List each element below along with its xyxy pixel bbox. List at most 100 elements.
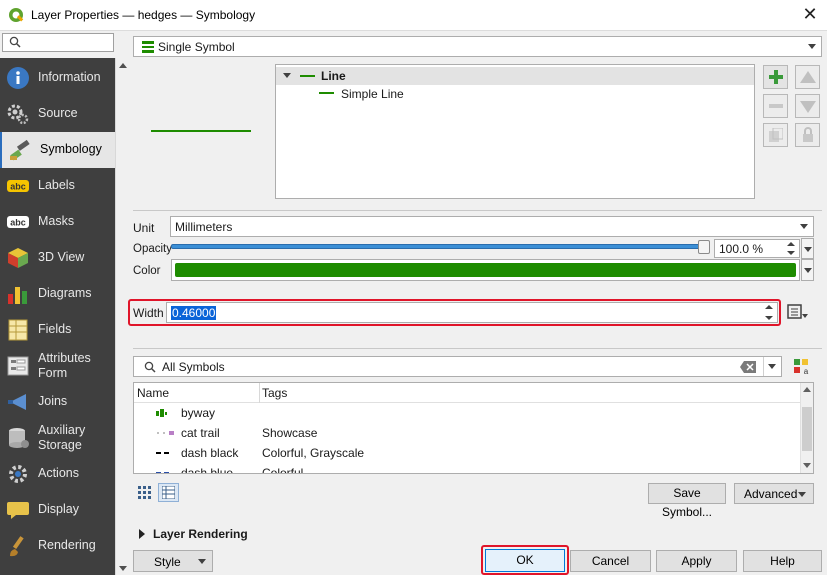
auxiliary-storage-icon [9,428,29,448]
table-row[interactable]: cat trail Showcase [134,423,799,443]
svg-text:abc: abc [10,218,26,228]
remove-symbol-layer-button[interactable] [763,94,788,118]
sidebar-item-label: 3D View [38,250,85,264]
opacity-data-defined-button[interactable] [801,238,814,259]
sidebar-item-masks[interactable]: abc Masks [0,204,115,240]
table-row[interactable]: dash blue Colorful [134,463,799,473]
symbol-layer-tree[interactable]: Line Simple Line [275,64,755,199]
renderer-type-value: Single Symbol [158,40,235,54]
sidebar-item-label: Masks [38,214,75,228]
chevron-down-icon [768,364,776,369]
sidebar-item-joins[interactable]: Joins [0,384,115,420]
style-button[interactable]: Style [133,550,213,572]
sidebar-item-actions[interactable]: Actions [0,456,115,492]
width-data-defined-button[interactable] [787,303,809,321]
unit-value: Millimeters [175,220,233,234]
symbology-icon [10,139,30,161]
expand-arrow-icon[interactable] [139,529,145,539]
fields-icon [8,319,28,341]
help-button[interactable]: Help [743,550,822,572]
move-up-button[interactable] [795,65,820,89]
close-icon[interactable]: ✕ [800,3,820,25]
byway-symbol-icon [156,409,167,417]
layer-rendering-section[interactable]: Layer Rendering [153,527,248,541]
opacity-slider-handle[interactable] [698,240,710,254]
3d-view-icon [8,248,28,268]
save-symbol-button[interactable]: Save Symbol... [648,483,726,519]
source-icon [7,104,29,125]
data-defined-icon [787,304,808,319]
symbol-name: dash black [181,446,239,460]
scroll-up-icon[interactable] [119,63,127,68]
add-symbol-layer-button[interactable] [763,65,788,89]
move-down-button[interactable] [795,94,820,118]
column-header-name[interactable]: Name [137,386,169,400]
sidebar-item-symbology[interactable]: Symbology [0,132,115,168]
chevron-down-icon [808,44,816,49]
sidebar-item-label: Diagrams [38,286,92,300]
sidebar-item-label: Labels [38,178,75,192]
table-row[interactable]: dash black Colorful, Grayscale [134,443,799,463]
symbol-list-scrollbar[interactable] [800,383,813,473]
sidebar-item-label: Attributes [38,351,91,365]
symbol-tags: Colorful, Grayscale [262,446,365,460]
sidebar-item-auxiliary-storage[interactable]: Auxiliary Storage [0,420,115,456]
spin-down-icon[interactable] [787,251,795,255]
style-manager-button[interactable]: a [792,357,812,377]
sidebar-item-fields[interactable]: Fields [0,312,115,348]
chevron-down-icon [198,559,206,564]
apply-button[interactable]: Apply [656,550,737,572]
table-row[interactable]: byway [134,403,799,423]
sidebar-item-rendering[interactable]: Rendering [0,528,115,564]
plus-icon [769,70,783,84]
opacity-spinbox[interactable]: 100.0 % [714,239,800,258]
list-view-button[interactable] [158,483,179,502]
scroll-thumb[interactable] [802,407,812,451]
symbol-name: cat trail [181,426,220,440]
tree-item-line[interactable]: Line [276,67,754,85]
divider [133,348,822,349]
sidebar-item-3d-view[interactable]: 3D View [0,240,115,276]
attributes-form-icon [7,356,29,376]
tree-item-simple-line[interactable]: Simple Line [276,85,754,103]
sidebar-item-display[interactable]: Display [0,492,115,528]
symbol-list[interactable]: Name Tags byway cat trail Showcase dash … [133,382,814,474]
scroll-down-icon[interactable] [803,463,811,468]
sidebar-search-input[interactable] [2,33,114,52]
sidebar-item-labels[interactable]: abc Labels [0,168,115,204]
sidebar-scrollbar[interactable] [115,58,129,575]
sidebar-item-source[interactable]: Source [0,96,115,132]
symbol-filter-select[interactable]: All Symbols [133,356,782,377]
width-spinbox[interactable]: 0.46000 [166,302,778,323]
advanced-button[interactable]: Advanced [734,483,814,504]
lock-layer-button[interactable] [795,123,820,147]
divider [133,210,822,211]
spin-up-icon[interactable] [765,305,773,309]
display-icon [7,502,29,519]
scroll-up-icon[interactable] [803,387,811,392]
duplicate-symbol-layer-button[interactable] [763,123,788,147]
spin-down-icon[interactable] [765,316,773,320]
sidebar-item-information[interactable]: Information [0,60,115,96]
color-swatch [175,263,796,277]
sidebar-item-attributes-form[interactable]: Attributes Form [0,348,115,384]
style-manager-icon: a [794,359,809,376]
sidebar-item-diagrams[interactable]: Diagrams [0,276,115,312]
ok-button[interactable]: OK [485,549,565,572]
color-button[interactable] [171,259,800,281]
icon-view-button[interactable] [135,483,155,502]
scroll-down-icon[interactable] [119,566,127,571]
unit-select[interactable]: Millimeters [170,216,814,237]
diagrams-icon [8,287,27,304]
sidebar: Information Source Symbology abc Labels … [0,31,129,575]
cancel-button[interactable]: Cancel [570,550,651,572]
expand-arrow-icon[interactable] [283,73,291,78]
opacity-slider[interactable] [171,244,706,249]
renderer-type-select[interactable]: Single Symbol [133,36,822,57]
color-dropdown-button[interactable] [801,259,814,281]
information-icon [7,67,29,89]
clear-icon[interactable] [740,361,756,373]
width-value[interactable]: 0.46000 [171,306,217,320]
spin-up-icon[interactable] [787,242,795,246]
column-header-tags[interactable]: Tags [262,386,287,400]
